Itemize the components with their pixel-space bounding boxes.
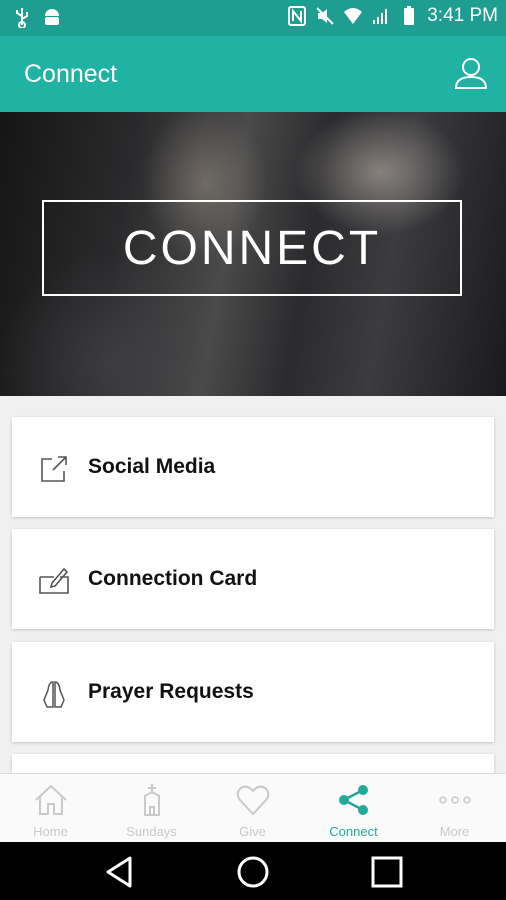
external-link-icon — [41, 456, 67, 482]
tab-connect[interactable]: Connect — [303, 774, 404, 843]
card-edit-icon — [39, 567, 69, 594]
church-icon — [144, 784, 160, 816]
home-icon — [35, 784, 67, 815]
tab-label: More — [439, 824, 470, 839]
wifi-icon — [344, 8, 363, 24]
tab-sundays[interactable]: Sundays — [101, 774, 202, 843]
mute-icon — [316, 7, 334, 25]
heart-icon — [236, 785, 270, 816]
hero-frame: CONNECT — [42, 200, 462, 296]
list-item[interactable] — [12, 754, 494, 773]
connection-card-item[interactable]: Connection Card — [12, 529, 494, 629]
social-media-label: Social Media — [88, 455, 216, 478]
battery-icon — [404, 6, 415, 25]
tab-label: Connect — [329, 824, 378, 839]
praying-hands-icon — [43, 681, 65, 708]
signal-icon — [373, 9, 388, 24]
tab-label: Give — [239, 824, 266, 839]
share-icon — [339, 785, 368, 815]
status-time: 3:41 PM — [427, 5, 498, 26]
connection-card-label: Connection Card — [88, 567, 258, 590]
bottom-tab-bar: Home Sundays Give Connect More — [0, 773, 506, 843]
prayer-requests-item[interactable]: Prayer Requests — [12, 642, 494, 742]
status-bar: 3:41 PM — [0, 0, 506, 36]
tab-label: Home — [33, 824, 68, 839]
connect-list: Social Media Connection Card Prayer Requ… — [0, 396, 506, 773]
social-media-item[interactable]: Social Media — [12, 417, 494, 517]
system-nav-bar — [0, 842, 506, 900]
usb-icon — [16, 8, 28, 28]
hero-title: CONNECT — [122, 221, 382, 275]
tab-home[interactable]: Home — [0, 774, 101, 843]
tab-more[interactable]: More — [404, 774, 505, 843]
android-icon — [45, 9, 59, 25]
nfc-icon — [288, 6, 307, 26]
more-icon — [439, 796, 471, 804]
home-button-icon[interactable] — [235, 854, 271, 890]
back-icon[interactable] — [102, 854, 138, 890]
profile-icon[interactable] — [454, 56, 488, 90]
hero-banner: CONNECT — [0, 112, 506, 396]
app-bar: Connect — [0, 36, 506, 112]
tab-give[interactable]: Give — [202, 774, 303, 843]
prayer-requests-label: Prayer Requests — [88, 680, 254, 703]
recents-icon[interactable] — [369, 854, 405, 890]
page-title: Connect — [24, 60, 118, 88]
tab-label: Sundays — [126, 824, 177, 839]
